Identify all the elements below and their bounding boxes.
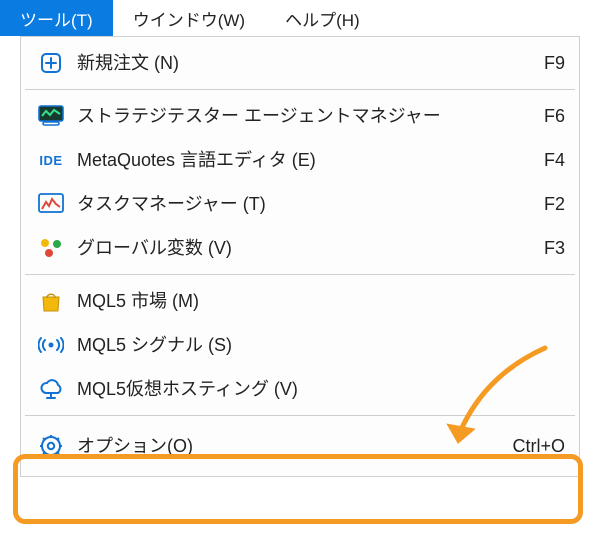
menubar-label-tools: ツール(T)	[20, 6, 93, 31]
menu-item-options[interactable]: オプション(O) Ctrl+O	[21, 420, 579, 472]
menu-shortcut-task-manager: F2	[532, 194, 565, 215]
menu-shortcut-global-vars: F3	[532, 238, 565, 259]
menu-item-global-vars[interactable]: グローバル変数 (V) F3	[21, 226, 579, 270]
menu-shortcut-metaeditor: F4	[532, 150, 565, 171]
menu-shortcut-options: Ctrl+O	[500, 436, 565, 457]
menu-separator	[25, 89, 575, 90]
menu-separator	[25, 274, 575, 275]
menu-label-mql5-market: MQL5 市場 (M)	[71, 292, 565, 310]
menu-label-metaeditor: MetaQuotes 言語エディタ (E)	[71, 151, 532, 169]
menu-label-options: オプション(O)	[71, 437, 500, 455]
menu-label-task-manager: タスクマネージャー (T)	[71, 195, 532, 213]
menu-item-strategy-tester[interactable]: ストラテジテスター エージェントマネジャー F6	[21, 94, 579, 138]
menu-item-mql5-market[interactable]: MQL5 市場 (M)	[21, 279, 579, 323]
gear-icon	[31, 434, 71, 458]
menu-label-mql5-vps: MQL5仮想ホスティング (V)	[71, 380, 565, 398]
menubar-item-help[interactable]: ヘルプ(H)	[265, 0, 380, 36]
strategy-tester-icon	[31, 105, 71, 127]
menu-item-mql5-vps[interactable]: MQL5仮想ホスティング (V)	[21, 367, 579, 411]
menu-item-new-order[interactable]: 新規注文 (N) F9	[21, 41, 579, 85]
menubar-item-tools[interactable]: ツール(T)	[0, 0, 113, 36]
menubar-label-help: ヘルプ(H)	[285, 6, 360, 31]
tools-dropdown: 新規注文 (N) F9 ストラテジテスター エージェントマネジャー F6 IDE…	[20, 36, 580, 477]
menu-separator	[25, 415, 575, 416]
menu-shortcut-strategy-tester: F6	[532, 106, 565, 127]
shopping-bag-icon	[31, 289, 71, 313]
menu-label-global-vars: グローバル変数 (V)	[71, 239, 532, 257]
menubar-item-window[interactable]: ウインドウ(W)	[113, 0, 265, 36]
cloud-icon	[31, 378, 71, 400]
menu-label-strategy-tester: ストラテジテスター エージェントマネジャー	[71, 107, 532, 125]
menu-shortcut-new-order: F9	[532, 53, 565, 74]
menubar: ツール(T) ウインドウ(W) ヘルプ(H)	[0, 0, 596, 36]
signal-icon	[31, 337, 71, 353]
menu-label-mql5-signals: MQL5 シグナル (S)	[71, 336, 565, 354]
menu-item-task-manager[interactable]: タスクマネージャー (T) F2	[21, 182, 579, 226]
ide-icon-text: IDE	[39, 153, 62, 168]
menu-item-mql5-signals[interactable]: MQL5 シグナル (S)	[21, 323, 579, 367]
menu-item-metaeditor[interactable]: IDE MetaQuotes 言語エディタ (E) F4	[21, 138, 579, 182]
ide-icon: IDE	[31, 153, 71, 168]
task-manager-icon	[31, 193, 71, 215]
menu-label-new-order: 新規注文 (N)	[71, 54, 532, 72]
menubar-label-window: ウインドウ(W)	[133, 6, 245, 31]
global-vars-icon	[31, 237, 71, 259]
new-order-icon	[31, 51, 71, 75]
